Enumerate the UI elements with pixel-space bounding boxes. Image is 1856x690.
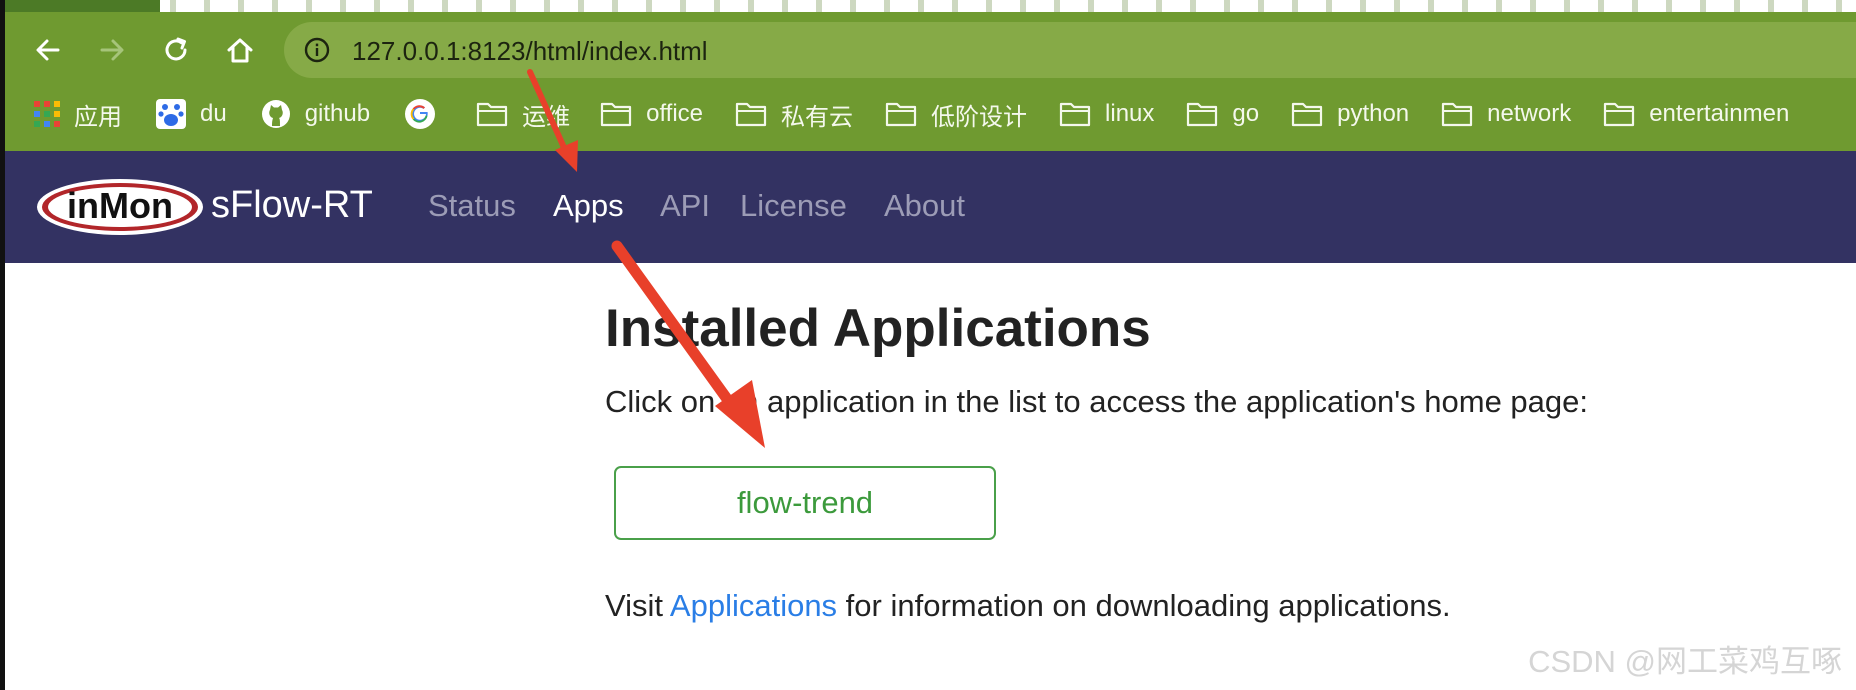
forward-button[interactable] xyxy=(90,28,134,72)
bookmark-apps[interactable]: 应用 xyxy=(34,94,122,134)
bookmark-label: github xyxy=(304,100,371,127)
bookmark-folder-python[interactable]: python xyxy=(1291,94,1409,134)
nav-license[interactable]: License xyxy=(740,188,847,224)
folder-icon xyxy=(1604,102,1635,127)
logo-text: inMon xyxy=(67,185,173,226)
bookmark-label: 低阶设计 xyxy=(931,103,1028,131)
bookmark-label: linux xyxy=(1105,100,1155,127)
site-info-icon[interactable] xyxy=(304,37,330,63)
bookmark-folder-linux[interactable]: linux xyxy=(1059,94,1154,134)
browser-chrome: 127.0.0.1:8123/html/index.html 应用 du git… xyxy=(0,0,1856,151)
back-button[interactable] xyxy=(26,28,70,72)
tab-favicon-area[interactable] xyxy=(0,0,160,12)
page-title: Installed Applications xyxy=(605,299,1151,358)
folder-icon xyxy=(1059,102,1091,127)
bookmark-folder-go[interactable]: go xyxy=(1186,94,1259,134)
folder-icon xyxy=(1291,102,1323,127)
apps-grid-icon xyxy=(34,101,60,127)
intro-text: Click on an application in the list to a… xyxy=(605,384,1588,419)
bookmark-folder-network[interactable]: network xyxy=(1441,94,1571,134)
bookmarks-bar: 应用 du github 运维 office 私有云 低阶设计 linux go… xyxy=(0,92,1856,136)
footer-prefix: Visit xyxy=(605,588,670,623)
footer-suffix: for information on downloading applicati… xyxy=(837,588,1451,623)
nav-api[interactable]: API xyxy=(660,188,710,224)
bookmark-folder-low-level-design[interactable]: 低阶设计 xyxy=(885,94,1027,134)
app-navbar: inMon sFlow-RT Status Apps API License A… xyxy=(5,151,1856,263)
tab-strip xyxy=(0,0,1856,12)
bookmark-label: 运维 xyxy=(522,103,571,131)
watermark: CSDN @网工菜鸡互啄 xyxy=(1528,644,1842,679)
url-text[interactable]: 127.0.0.1:8123/html/index.html xyxy=(352,36,708,67)
folder-icon xyxy=(885,102,917,127)
google-icon xyxy=(405,99,436,129)
folder-icon xyxy=(600,102,632,127)
nav-status[interactable]: Status xyxy=(428,188,516,224)
nav-apps[interactable]: Apps xyxy=(553,188,624,224)
nav-about[interactable]: About xyxy=(884,188,965,224)
bookmark-du[interactable]: du xyxy=(156,94,227,134)
bookmark-label: 私有云 xyxy=(781,103,854,131)
inmon-logo[interactable]: inMon xyxy=(35,177,205,237)
bookmark-folder-yunwei[interactable]: 运维 xyxy=(476,94,570,134)
bookmark-google[interactable] xyxy=(404,94,450,134)
home-button[interactable] xyxy=(218,28,262,72)
brand-name[interactable]: sFlow-RT xyxy=(211,184,373,227)
footer-text: Visit Applications for information on do… xyxy=(605,588,1451,624)
bookmark-folder-entertainment[interactable]: entertainmen xyxy=(1603,94,1789,134)
bookmark-label: entertainmen xyxy=(1649,100,1790,127)
folder-icon xyxy=(476,102,508,127)
home-icon xyxy=(227,38,253,63)
applications-link[interactable]: Applications xyxy=(670,588,837,623)
address-bar[interactable]: 127.0.0.1:8123/html/index.html xyxy=(284,22,1856,78)
bookmark-label: du xyxy=(200,100,227,127)
folder-icon xyxy=(1442,102,1473,127)
bookmark-github[interactable]: github xyxy=(261,94,370,134)
bookmark-label: python xyxy=(1337,100,1410,127)
bookmark-folder-office[interactable]: office xyxy=(600,94,703,134)
baidu-paw-icon xyxy=(156,99,186,129)
window-edge xyxy=(0,0,5,690)
back-arrow-icon xyxy=(36,39,60,61)
reload-button[interactable] xyxy=(154,28,198,72)
github-icon xyxy=(261,100,290,128)
folder-icon xyxy=(735,102,767,127)
forward-arrow-icon xyxy=(100,39,124,61)
bookmark-label: office xyxy=(646,100,704,127)
bookmark-label: 应用 xyxy=(74,103,122,131)
app-button-flow-trend[interactable]: flow-trend xyxy=(614,466,996,540)
bookmark-label: go xyxy=(1232,100,1260,127)
reload-icon xyxy=(165,37,187,61)
bookmark-folder-private-cloud[interactable]: 私有云 xyxy=(735,94,853,134)
folder-icon xyxy=(1187,102,1218,127)
bookmark-label: network xyxy=(1487,100,1572,127)
